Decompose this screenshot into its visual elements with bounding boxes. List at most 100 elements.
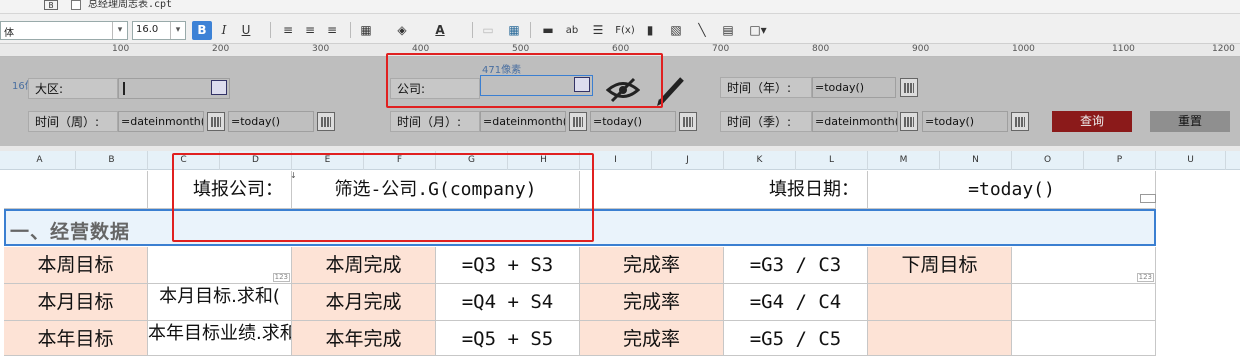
calendar-icon[interactable] (569, 112, 587, 131)
month-done-label[interactable]: 本月完成 (292, 284, 436, 321)
column-header-l[interactable]: L (796, 151, 868, 170)
reset-button[interactable]: 重置 (1150, 111, 1230, 132)
year-target-formula[interactable]: 本年目标业绩.求和(] (148, 321, 292, 356)
month-label: 时间（月）: (390, 111, 480, 132)
month-target-label[interactable]: 本月目标 (4, 284, 148, 321)
align-left-icon[interactable]: ≡ (278, 21, 298, 40)
table-icon[interactable]: ▦ (504, 21, 524, 40)
image-icon[interactable]: ▧ (666, 21, 686, 40)
toolbar-divider (530, 22, 531, 38)
ruler-tick: 1000 (1012, 44, 1035, 54)
font-size-value: 16.0 (136, 24, 159, 35)
number-badge: 123 (272, 273, 290, 282)
fill-date-label[interactable]: 填报日期： (580, 171, 868, 209)
year-target-label[interactable]: 本年目标 (4, 321, 148, 356)
border-icon[interactable]: ▦ (356, 21, 376, 40)
calendar-icon[interactable] (1011, 112, 1029, 131)
year-rate-label[interactable]: 完成率 (580, 321, 724, 356)
fill-color-icon[interactable]: ◈ (392, 21, 412, 40)
sub-report-icon[interactable]: ▤ (718, 21, 738, 40)
font-family-value: 体 (4, 28, 14, 39)
parameter-panel: 16像素 471像素 大区: 公司: 时间（年）: =today() 时间（周）… (0, 53, 1240, 146)
calendar-icon[interactable] (900, 78, 918, 97)
date-formula-cell[interactable]: =today() (868, 171, 1156, 209)
grid-cell[interactable] (1012, 321, 1156, 356)
column-header-u[interactable]: U (1156, 151, 1226, 170)
bold-button[interactable]: B (192, 21, 212, 40)
next-week-target-value[interactable]: 123 (1012, 247, 1156, 284)
column-header-m[interactable]: M (868, 151, 940, 170)
caret (123, 82, 125, 95)
text-cell-button[interactable]: ab (562, 21, 582, 40)
insert-bar-icon[interactable]: ▬ (538, 21, 558, 40)
file-tab-bar: B 总经理周志表.cpt (0, 0, 1240, 14)
column-header-b[interactable]: B (76, 151, 148, 170)
column-header-n[interactable]: N (940, 151, 1012, 170)
grid-cell[interactable] (1012, 284, 1156, 321)
column-header-k[interactable]: K (724, 151, 796, 170)
column-header-o[interactable]: O (1012, 151, 1084, 170)
column-header-p[interactable]: P (1084, 151, 1156, 170)
richtext-icon[interactable]: ☰ (588, 21, 608, 40)
calendar-icon[interactable] (207, 112, 225, 131)
file-tab-title[interactable]: 总经理周志表.cpt (88, 0, 172, 10)
border-style-icon[interactable]: □▾ (744, 21, 772, 40)
format-painter-icon[interactable]: ▭ (478, 21, 498, 40)
month-rate-formula[interactable]: =G4 / C4 (724, 284, 868, 321)
toolbar-divider (270, 22, 271, 38)
year-done-label[interactable]: 本年完成 (292, 321, 436, 356)
next-week-target-label[interactable]: 下周目标 (868, 247, 1012, 284)
query-button[interactable]: 查询 (1052, 111, 1132, 132)
week-done-formula[interactable]: =Q3 + S3 (436, 247, 580, 284)
week-done-label[interactable]: 本周完成 (292, 247, 436, 284)
week-label: 时间（周）: (28, 111, 118, 132)
font-color-button[interactable]: A (430, 21, 450, 40)
ruler-tick: 1100 (1112, 44, 1135, 54)
font-family-select[interactable]: 体 ▾ (0, 21, 128, 40)
calendar-icon[interactable] (317, 112, 335, 131)
week-rate-label[interactable]: 完成率 (580, 247, 724, 284)
underline-button[interactable]: U (236, 21, 256, 40)
year-rate-formula[interactable]: =G5 / C5 (724, 321, 868, 356)
week-end-field[interactable]: =today() (228, 111, 314, 132)
font-size-select[interactable]: 16.0 ▾ (132, 21, 186, 40)
chart-icon[interactable]: ▮ (640, 21, 660, 40)
toolbar-divider (472, 22, 473, 38)
column-header-j[interactable]: J (652, 151, 724, 170)
month-target-formula[interactable]: 本月目标.求和( (148, 284, 292, 321)
week-target-value[interactable]: 123 (148, 247, 292, 284)
region-label: 大区: (28, 78, 118, 99)
season-end-field[interactable]: =today() (922, 111, 1008, 132)
column-header-a[interactable]: A (4, 151, 76, 170)
month-done-formula[interactable]: =Q4 + S4 (436, 284, 580, 321)
formula-button[interactable]: F(x) (612, 21, 638, 40)
grid-cell[interactable] (868, 321, 1012, 356)
year-date-field[interactable]: =today() (812, 77, 896, 98)
season-start-field[interactable]: =dateinmonth( (812, 111, 898, 132)
ruler-tick: 800 (812, 44, 830, 54)
grid-cell[interactable] (4, 171, 148, 209)
calendar-icon[interactable] (900, 112, 918, 131)
align-right-icon[interactable]: ≡ (322, 21, 342, 40)
slash-icon[interactable]: ╲ (692, 21, 712, 40)
header-highlight-box (172, 153, 594, 242)
week-rate-formula[interactable]: =G3 / C3 (724, 247, 868, 284)
year-done-formula[interactable]: =Q5 + S5 (436, 321, 580, 356)
italic-button[interactable]: I (214, 21, 234, 40)
month-start-field[interactable]: =dateinmonth( (480, 111, 566, 132)
align-center-icon[interactable]: ≡ (300, 21, 320, 40)
region-combo[interactable] (118, 78, 230, 99)
ruler-tick: 700 (712, 44, 730, 54)
ruler-tick: 200 (212, 44, 230, 54)
calendar-icon[interactable] (679, 112, 697, 131)
company-highlight-box (386, 53, 663, 108)
week-target-label[interactable]: 本周目标 (4, 247, 148, 284)
report-icon: B (44, 0, 58, 10)
chevron-down-icon: ▾ (170, 22, 185, 39)
grid-cell[interactable] (868, 284, 1012, 321)
month-end-field[interactable]: =today() (590, 111, 676, 132)
week-start-field[interactable]: =dateinmonth( (118, 111, 204, 132)
month-rate-label[interactable]: 完成率 (580, 284, 724, 321)
document-icon (71, 0, 81, 10)
ruler-tick: 100 (112, 44, 130, 54)
